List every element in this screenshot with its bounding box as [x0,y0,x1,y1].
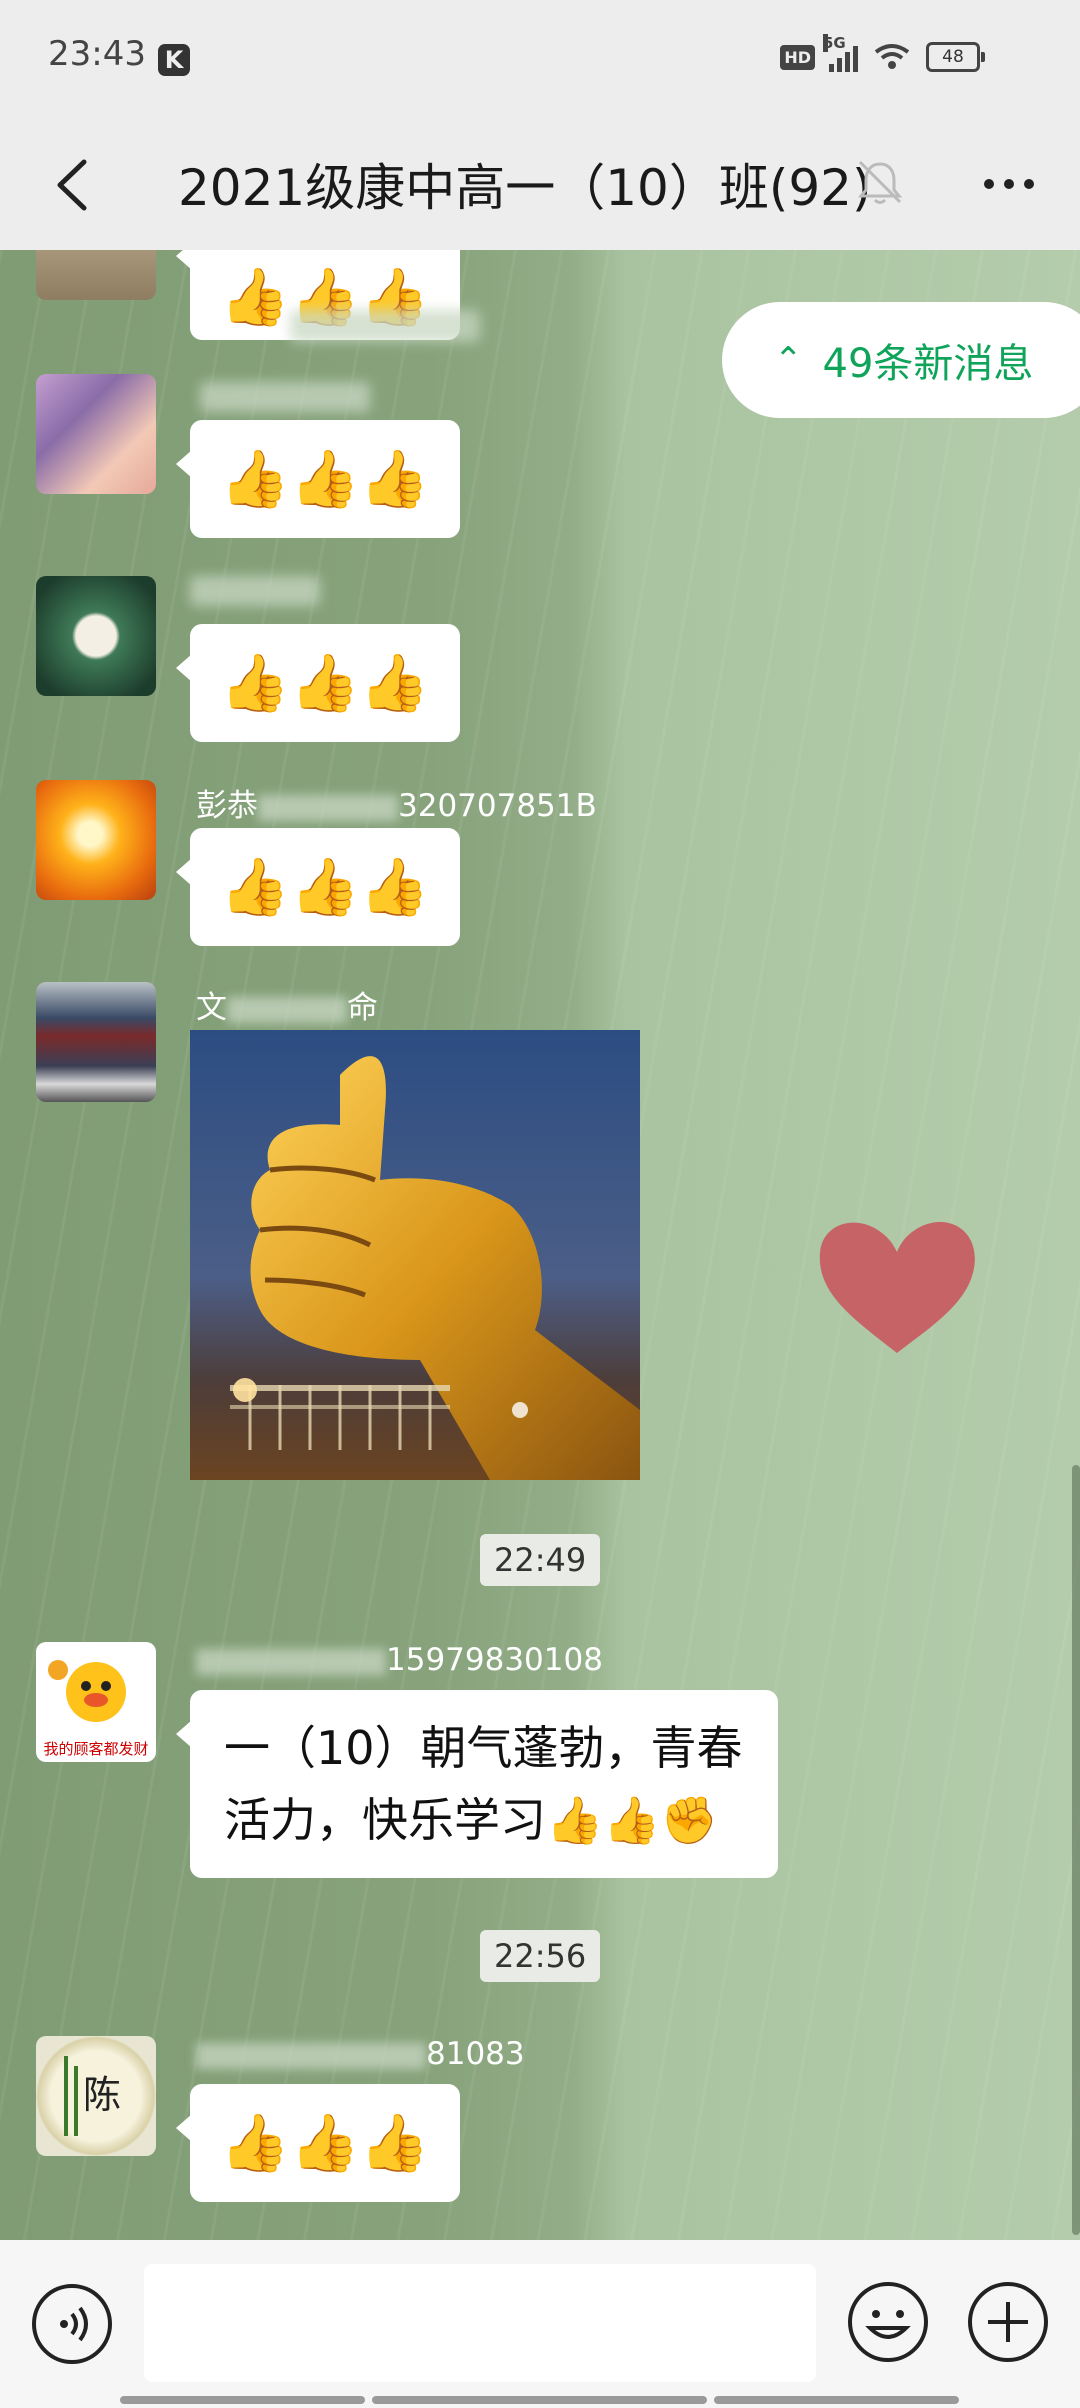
back-icon[interactable] [40,150,110,220]
sender-name: 彭恭 320707851B [196,780,597,825]
sender-name: 81083 [196,2036,525,2072]
nav-gesture-bar [372,2396,707,2404]
avatar[interactable] [36,250,156,300]
emoji-icon[interactable] [846,2280,930,2364]
message-bubble[interactable]: 👍👍👍 [176,2084,460,2202]
status-bar: 23:43 K HD 5G 48 [0,0,1080,120]
network-type-label: 5G [823,34,846,52]
wifi-icon [872,42,912,72]
message-bubble[interactable]: 👍👍👍 [176,420,460,538]
nav-gesture-bar [120,2396,365,2404]
avatar[interactable] [36,576,156,696]
plus-icon[interactable] [966,2280,1050,2364]
message-text: 一（10）朝气蓬勃，青春活力，快乐学习👍👍✊ [224,1721,743,1847]
sender-name: 15979830108 [196,1642,603,1678]
nav-gesture-bar [714,2396,959,2404]
sender-name: 文命 [196,982,378,1027]
chat-header: 2021级康中高一（10）班(92) [0,120,1080,250]
chat-title: 2021级康中高一（10）班(92) [178,159,872,217]
message-timestamp: 22:49 [480,1534,601,1586]
status-indicators: HD 5G 48 [780,34,985,72]
sender-name-suffix: 81083 [426,2036,525,2072]
mute-bell-icon [857,160,903,204]
avatar[interactable] [36,780,156,900]
message-text: 👍👍👍 [220,447,430,512]
double-chevron-up-icon: ⌃ [774,340,803,380]
avatar[interactable] [36,982,156,1102]
battery-icon: 48 [926,42,985,72]
sender-name-visible: 文 [196,990,227,1026]
message-bubble[interactable]: 👍👍👍 [176,624,460,742]
message-input[interactable] [144,2264,816,2382]
k-app-icon: K [158,44,190,76]
avatar[interactable]: 我的顾客都发财 [36,1642,156,1762]
avatar[interactable]: 陈 [36,2036,156,2156]
voice-icon[interactable] [30,2282,114,2366]
thumbs-up-statue-image[interactable] [190,1030,640,1480]
sender-name-suffix: 15979830108 [386,1642,603,1678]
hd-icon: HD [780,44,815,70]
message-text: 👍👍👍 [220,651,430,716]
signal-icon: 5G [823,34,858,72]
message-timestamp: 22:56 [480,1930,601,1982]
sender-name-visible: 彭恭 [196,788,258,824]
input-bar [0,2240,1080,2408]
avatar[interactable] [36,374,156,494]
heart-decoration [819,1222,975,1353]
new-messages-label: 49条新消息 [822,341,1034,387]
message-bubble[interactable]: 一（10）朝气蓬勃，青春活力，快乐学习👍👍✊ [176,1690,778,1878]
avatar-caption: 陈 [83,2073,121,2117]
message-bubble[interactable]: 👍👍👍 [176,828,460,946]
avatar-caption: 我的顾客都发财 [43,1740,148,1758]
scrollbar[interactable] [1072,1465,1080,2235]
status-time: 23:43 [48,34,146,74]
sender-name-suffix: 320707851B [398,788,597,824]
chat-area[interactable]: 👍👍👍 👍👍👍 👍👍👍 彭恭 320707851B 👍👍👍 文命 22:49 我… [0,250,1080,2240]
message-text: 👍👍👍 [220,2111,430,2176]
new-messages-button[interactable]: ⌃ 49条新消息 [722,302,1080,418]
message-text: 👍👍👍 [220,855,430,920]
more-icon[interactable] [974,154,1044,214]
sender-name-suffix: 命 [347,990,378,1026]
